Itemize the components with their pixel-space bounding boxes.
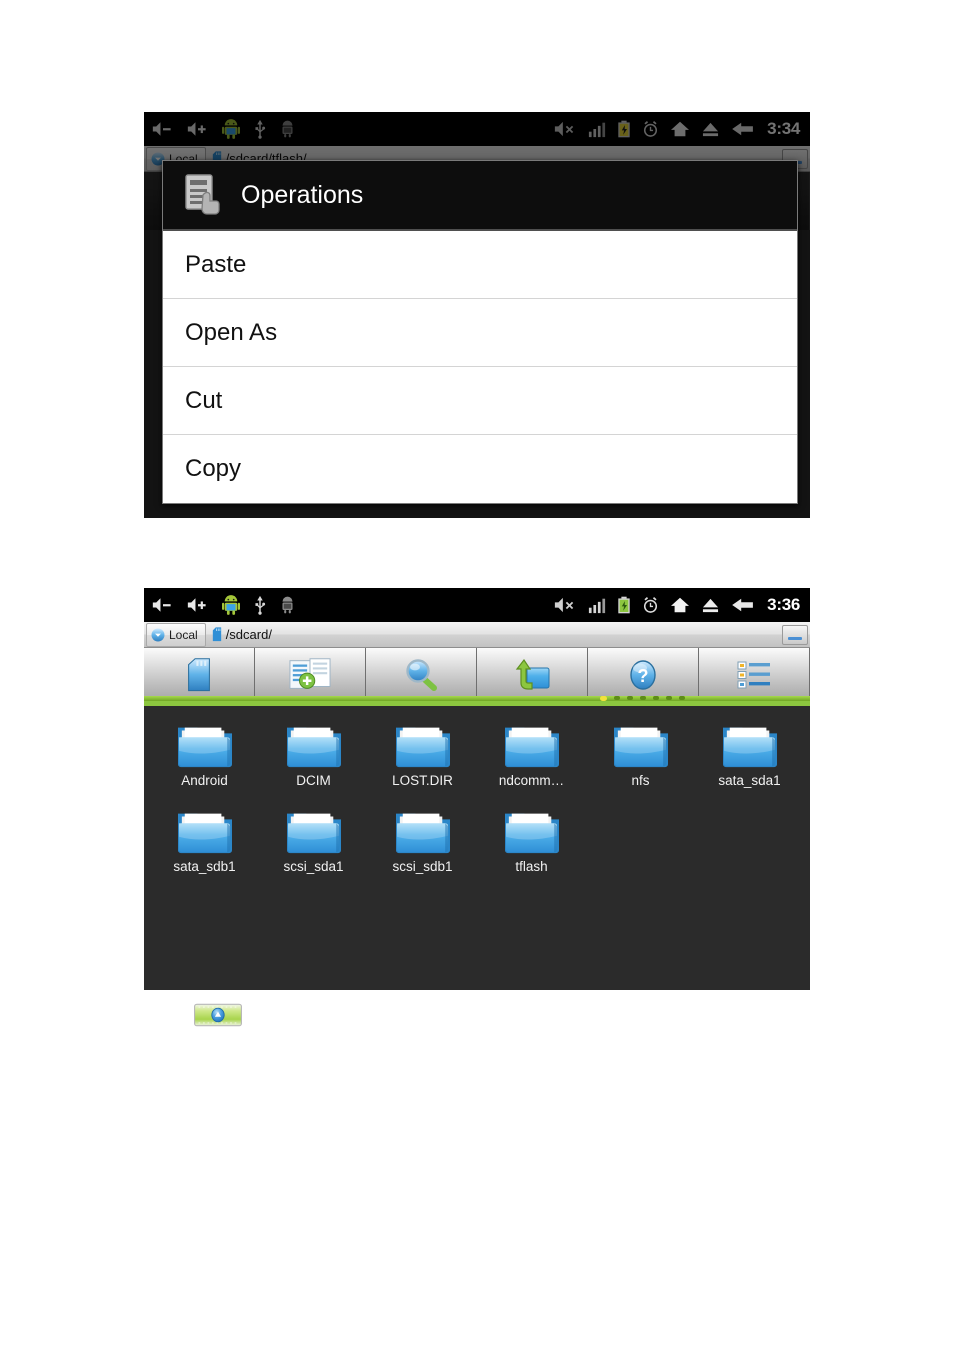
chevron-down-circle-icon xyxy=(151,628,165,641)
folder-label: scsi_sda1 xyxy=(283,859,344,874)
alarm-clock-icon xyxy=(644,597,658,613)
usb-icon xyxy=(255,595,266,615)
dialog-item-paste[interactable]: Paste xyxy=(163,231,797,299)
file-grid-row: sata_sdb1 scsi_sda1 scsi_sdb1 tflash xyxy=(144,802,810,874)
folder-label: sata_sdb1 xyxy=(173,859,236,874)
status-bar-left-icons xyxy=(148,595,295,615)
folder-item[interactable]: tflash xyxy=(477,802,586,874)
svg-text:?: ? xyxy=(638,666,649,686)
page-dots[interactable] xyxy=(599,696,685,701)
storage-selector-button[interactable]: Local xyxy=(146,622,206,647)
folder-label: scsi_sdb1 xyxy=(392,859,453,874)
folder-icon xyxy=(174,802,236,856)
page-dot[interactable] xyxy=(678,696,685,700)
toolbar-button-up-folder[interactable] xyxy=(477,648,588,701)
folder-icon xyxy=(392,716,454,770)
scroll-up-button-thumbnail xyxy=(194,1002,242,1028)
file-grid-row: Android DCIM LOST.DIR ndcomm… nfs sata_s… xyxy=(144,716,810,788)
device-screenshot-file-browser: 3:36 Local /sdcard/ ? Android DCIM LOST.… xyxy=(144,588,810,990)
folder-icon xyxy=(174,716,236,770)
folder-label: DCIM xyxy=(296,773,331,788)
back-arrow-icon xyxy=(732,598,754,612)
toolbar-green-accent-bar xyxy=(144,696,810,701)
path-text: /sdcard/ xyxy=(225,627,272,642)
page-dot[interactable] xyxy=(665,696,672,700)
eject-icon xyxy=(703,598,719,612)
folder-icon xyxy=(392,802,454,856)
sdcard-icon xyxy=(188,657,210,691)
path-bar: Local /sdcard/ xyxy=(144,622,810,648)
folder-icon xyxy=(501,802,563,856)
folder-label: sata_sda1 xyxy=(718,773,781,788)
minimize-button[interactable] xyxy=(782,624,808,645)
folder-item[interactable]: scsi_sda1 xyxy=(259,802,368,874)
folder-item[interactable]: sata_sda1 xyxy=(695,716,804,788)
android-robot-icon xyxy=(222,595,240,615)
folder-item[interactable]: DCIM xyxy=(259,716,368,788)
folder-icon xyxy=(610,716,672,770)
status-bar-right-icons: 3:36 xyxy=(554,595,802,615)
file-grid: Android DCIM LOST.DIR ndcomm… nfs sata_s… xyxy=(144,706,810,990)
page-dot[interactable] xyxy=(613,696,620,700)
folder-label: nfs xyxy=(631,773,650,788)
folder-item[interactable]: ndcomm… xyxy=(477,716,586,788)
folder-label: ndcomm… xyxy=(498,773,565,788)
storage-selector-label: Local xyxy=(169,627,198,642)
document-page: 3:34 Local /sdcard/tflash/ xyxy=(0,0,954,1350)
toolbar-button-new-file[interactable] xyxy=(255,648,366,701)
signal-bars-icon xyxy=(589,598,606,614)
page-dot[interactable] xyxy=(599,696,607,701)
folder-item[interactable]: nfs xyxy=(586,716,695,788)
toolbar-button-search[interactable] xyxy=(366,648,477,701)
page-dot[interactable] xyxy=(639,696,646,700)
dialog-title: Operations xyxy=(241,180,364,209)
home-icon xyxy=(671,597,690,613)
dialog-item-cut[interactable]: Cut xyxy=(163,367,797,435)
folder-item[interactable]: Android xyxy=(150,716,259,788)
operations-hand-icon xyxy=(185,174,220,215)
list-view-icon xyxy=(737,661,770,688)
folder-label: tflash xyxy=(515,859,548,874)
folder-item[interactable]: LOST.DIR xyxy=(368,716,477,788)
adb-bug-icon xyxy=(282,596,293,614)
volume-down-icon xyxy=(152,598,171,612)
scroll-up-button-thumbnail-icon xyxy=(194,1003,242,1027)
folder-icon xyxy=(501,716,563,770)
up-folder-icon xyxy=(515,658,550,690)
status-bar-clock: 3:36 xyxy=(767,595,800,614)
toolbar-button-help[interactable]: ? xyxy=(144,648,699,701)
search-icon xyxy=(406,658,437,691)
device-screenshot-operations-dialog: 3:34 Local /sdcard/tflash/ xyxy=(144,112,810,518)
folder-icon xyxy=(283,802,345,856)
folder-icon xyxy=(719,716,781,770)
toolbar-button-sdcard[interactable] xyxy=(144,648,255,701)
operations-dialog: Operations Paste Open As Cut Copy xyxy=(162,160,798,504)
folder-label: LOST.DIR xyxy=(392,773,453,788)
sdcard-icon xyxy=(212,627,221,642)
file-manager-toolbar: ? xyxy=(144,648,810,706)
folder-label: Android xyxy=(181,773,228,788)
battery-full-icon xyxy=(618,596,630,614)
dialog-item-open-as[interactable]: Open As xyxy=(163,299,797,367)
status-bar: 3:36 xyxy=(144,588,810,622)
mute-icon xyxy=(555,597,574,613)
new-file-icon xyxy=(289,657,331,689)
toolbar-button-list-view[interactable] xyxy=(699,648,810,701)
page-dot[interactable] xyxy=(652,696,659,700)
volume-up-icon xyxy=(187,598,206,612)
dialog-header: Operations xyxy=(163,161,797,231)
help-icon: ? xyxy=(630,659,656,690)
dialog-item-copy[interactable]: Copy xyxy=(163,435,797,503)
folder-icon xyxy=(283,716,345,770)
page-dot[interactable] xyxy=(626,696,633,700)
current-path[interactable]: /sdcard/ xyxy=(212,627,272,642)
folder-item[interactable]: scsi_sdb1 xyxy=(368,802,477,874)
folder-item[interactable]: sata_sdb1 xyxy=(150,802,259,874)
